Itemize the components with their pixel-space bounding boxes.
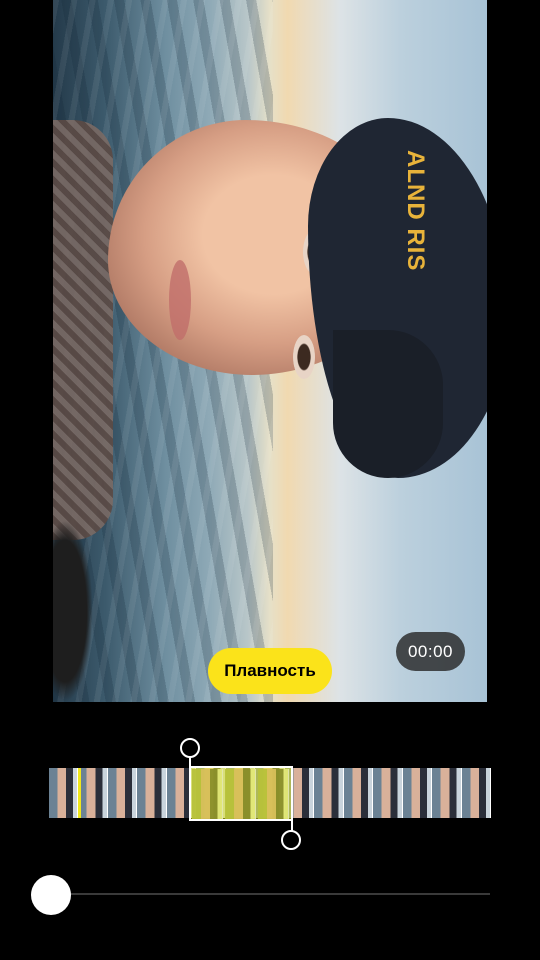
smoothness-button[interactable]: Плавность — [208, 648, 332, 694]
cap-brim — [333, 330, 443, 478]
timeline-frame — [402, 768, 433, 818]
timeline-frame — [137, 768, 167, 818]
mouth — [169, 260, 191, 340]
playhead-marker — [78, 768, 81, 818]
selected-frame — [258, 769, 289, 819]
scrubber-thumb[interactable] — [31, 875, 71, 915]
video-editor-screen: ALND RIS 00:00 Плавность — [0, 0, 540, 960]
timeline-frame — [78, 768, 108, 818]
start-handle-icon[interactable] — [180, 738, 200, 758]
end-handle-icon[interactable] — [281, 830, 301, 850]
time-badge: 00:00 — [396, 632, 465, 671]
timeline-frame — [107, 768, 138, 818]
timeline-frame — [49, 768, 79, 818]
timeline-frame — [461, 768, 491, 818]
timeline-frame — [432, 768, 462, 818]
video-preview[interactable]: ALND RIS — [53, 0, 487, 702]
selected-frame — [192, 769, 223, 819]
timeline-frame — [373, 768, 403, 818]
timeline-selection[interactable] — [189, 766, 293, 821]
plaid-shirt — [53, 120, 113, 540]
rocks — [53, 520, 93, 702]
start-handle-stem — [189, 756, 191, 770]
timeline-frame — [343, 768, 374, 818]
cap-lettering: ALND RIS — [402, 150, 429, 272]
eye-right — [293, 335, 315, 379]
scrubber-track[interactable] — [52, 893, 490, 895]
timeline-frame — [314, 768, 344, 818]
selected-frame — [225, 769, 256, 819]
